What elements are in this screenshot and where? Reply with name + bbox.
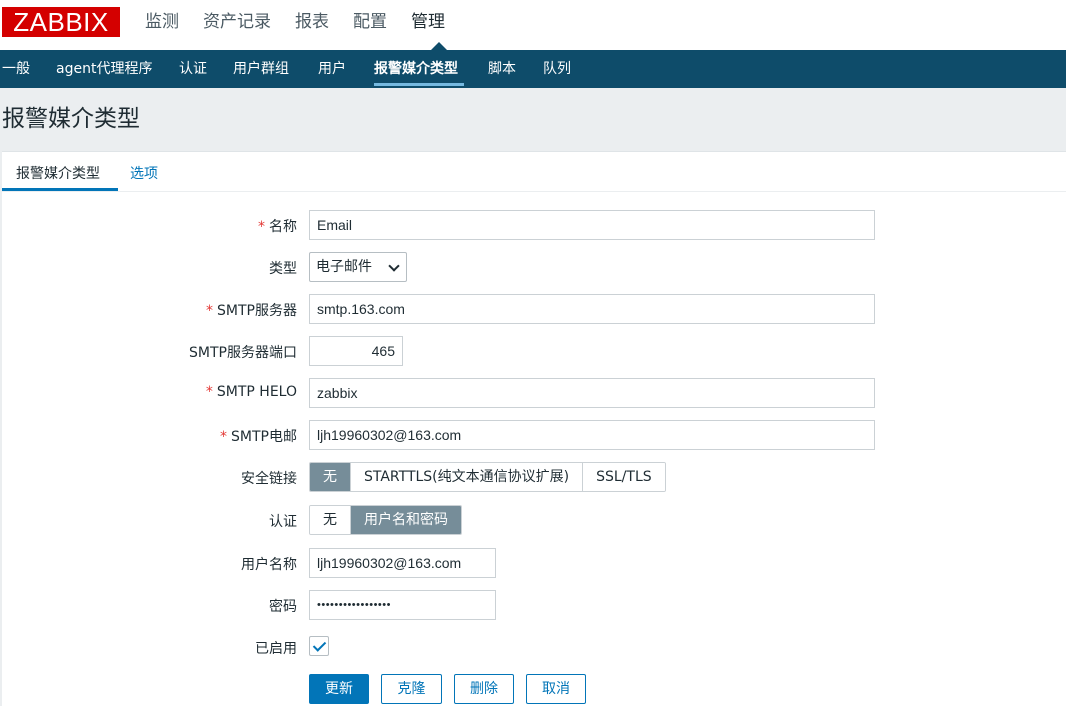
- auth-label: 认证: [269, 514, 297, 530]
- security-segmented-control: 无 STARTTLS(纯文本通信协议扩展) SSL/TLS: [309, 462, 666, 492]
- auth-option-username-password[interactable]: 用户名和密码: [351, 506, 461, 534]
- delete-button[interactable]: 删除: [454, 674, 514, 704]
- smtp-email-label: * SMTP电邮: [220, 429, 297, 445]
- subnav-authentication[interactable]: 认证: [179, 50, 207, 88]
- smtp-port-input[interactable]: 465: [309, 336, 403, 366]
- cancel-button[interactable]: 取消: [526, 674, 586, 704]
- subnav-scripts[interactable]: 脚本: [488, 50, 516, 88]
- main-nav-reports[interactable]: 报表: [295, 10, 329, 34]
- enabled-label: 已启用: [255, 641, 297, 657]
- username-label: 用户名称: [241, 557, 297, 573]
- tab-media-type[interactable]: 报警媒介类型: [16, 163, 100, 183]
- username-input[interactable]: ljh19960302@163.com: [309, 548, 496, 578]
- name-input[interactable]: Email: [309, 210, 875, 240]
- auth-option-none[interactable]: 无: [310, 506, 351, 534]
- subnav-user-groups[interactable]: 用户群组: [233, 50, 289, 88]
- sub-nav: 一般 agent代理程序 认证 用户群组 用户 报警媒介类型 脚本 队列: [0, 50, 1066, 88]
- required-mark: *: [206, 303, 214, 319]
- required-mark: *: [205, 384, 213, 400]
- type-select[interactable]: 电子邮件: [309, 252, 407, 282]
- smtp-helo-input[interactable]: zabbix: [309, 378, 875, 408]
- top-header: ZABBIX 监测 资产记录 报表 配置 管理: [0, 0, 1066, 50]
- chevron-down-icon: [388, 260, 400, 272]
- main-nav-administration[interactable]: 管理: [411, 10, 445, 34]
- password-label: 密码: [269, 599, 297, 615]
- auth-segmented-control: 无 用户名和密码: [309, 505, 462, 535]
- tab-options[interactable]: 选项: [130, 163, 158, 183]
- zabbix-logo[interactable]: ZABBIX: [2, 7, 120, 37]
- form-tabs: 报警媒介类型 选项: [2, 152, 1066, 192]
- main-nav-inventory[interactable]: 资产记录: [203, 10, 271, 34]
- enabled-checkbox[interactable]: [309, 636, 329, 656]
- smtp-server-label: * SMTP服务器: [206, 303, 297, 319]
- type-label: 类型: [269, 261, 297, 277]
- required-mark: *: [258, 219, 265, 235]
- smtp-server-input[interactable]: smtp.163.com: [309, 294, 875, 324]
- active-nav-caret-icon: [431, 42, 447, 50]
- clone-button[interactable]: 克隆: [381, 674, 442, 704]
- smtp-port-label: SMTP服务器端口: [189, 345, 297, 361]
- media-type-form-panel: 报警媒介类型 选项 * 名称 Email 类型 电子邮件 * SMTP服务器 smt…: [2, 151, 1066, 706]
- name-label: * 名称: [258, 219, 297, 235]
- security-option-ssl-tls[interactable]: SSL/TLS: [583, 463, 665, 491]
- security-option-none[interactable]: 无: [310, 463, 351, 491]
- main-nav-configuration[interactable]: 配置: [353, 10, 387, 34]
- subnav-users[interactable]: 用户: [318, 50, 346, 88]
- smtp-helo-label: * SMTP HELO: [205, 384, 297, 400]
- subnav-queue[interactable]: 队列: [543, 50, 571, 88]
- update-button[interactable]: 更新: [309, 674, 369, 704]
- subnav-proxies[interactable]: agent代理程序: [56, 50, 152, 88]
- tab-active-indicator: [2, 188, 118, 191]
- page-title: 报警媒介类型: [2, 106, 140, 132]
- type-select-value: 电子邮件: [316, 259, 372, 275]
- main-nav-monitoring[interactable]: 监测: [145, 10, 179, 34]
- main-nav: 监测 资产记录 报表 配置 管理: [145, 10, 469, 34]
- subnav-general[interactable]: 一般: [2, 50, 30, 88]
- subnav-active-underline: [374, 83, 464, 86]
- security-label: 安全链接: [241, 471, 297, 487]
- smtp-email-input[interactable]: ljh19960302@163.com: [309, 420, 875, 450]
- password-input[interactable]: •••••••••••••••••: [309, 590, 496, 620]
- security-option-starttls[interactable]: STARTTLS(纯文本通信协议扩展): [351, 463, 584, 491]
- required-mark: *: [220, 429, 228, 445]
